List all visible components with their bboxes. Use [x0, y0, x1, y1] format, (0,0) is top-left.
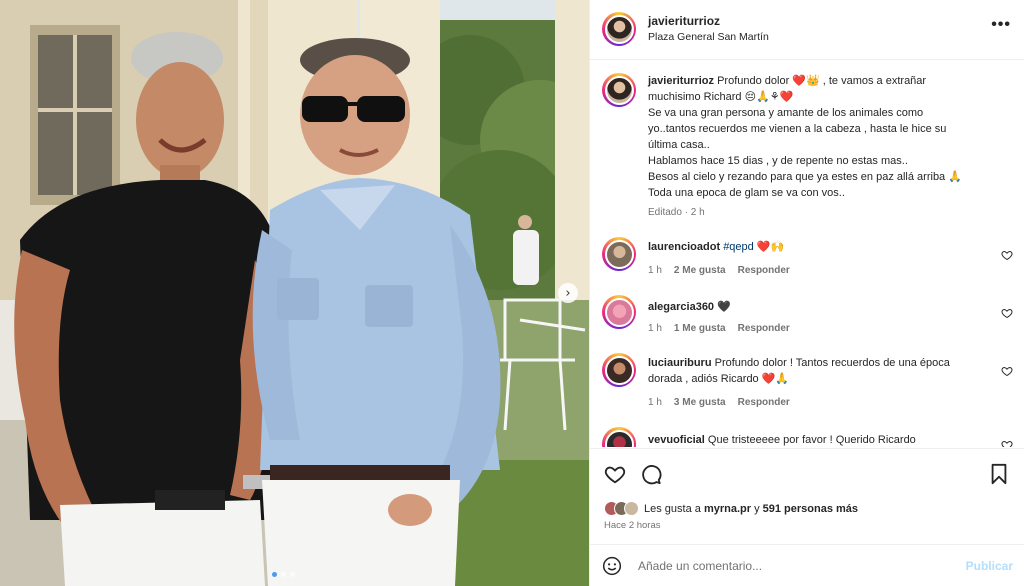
liker-username[interactable]: myrna.pr: [704, 503, 751, 515]
comment-like-heart-icon[interactable]: [1001, 365, 1013, 377]
comment-likes[interactable]: 1 Me gusta: [674, 323, 726, 334]
comment-text: vevuoficial Que tristeeeee por favor ! Q…: [648, 432, 988, 447]
likes-count[interactable]: 591 personas más: [763, 503, 858, 515]
hashtag-link[interactable]: #qepd: [723, 241, 754, 253]
post-details-panel: javieriturrioz Plaza General San Martín …: [589, 0, 1024, 586]
avatar[interactable]: [602, 73, 636, 107]
reply-button[interactable]: Responder: [738, 323, 790, 334]
caption-line: Profundo dolor ❤️👑 , te vamos a extrañar: [717, 75, 927, 87]
comment-time[interactable]: 1 h: [648, 323, 662, 334]
comment-input[interactable]: [638, 555, 958, 577]
comment-username[interactable]: alegarcia360: [648, 301, 714, 313]
comment-meta: 1 h 1 Me gusta Responder: [648, 323, 790, 334]
carousel-next-button[interactable]: ›: [558, 283, 578, 303]
comment-body: Que tristeeeee por favor ! Querido Ricar…: [707, 434, 916, 446]
caption-line: Toda una epoca de glam se va con vos..: [648, 187, 845, 199]
comment-bubble-icon[interactable]: [640, 463, 662, 485]
comment-likes[interactable]: 3 Me gusta: [674, 397, 726, 408]
post-header: javieriturrioz Plaza General San Martín …: [590, 0, 1024, 60]
photo-illustration: [0, 0, 589, 586]
publish-button[interactable]: Publicar: [966, 559, 1013, 573]
header-location[interactable]: Plaza General San Martín: [648, 31, 769, 43]
reply-button[interactable]: Responder: [738, 265, 790, 276]
comment-username[interactable]: laurencioadot: [648, 241, 720, 253]
avatar[interactable]: [602, 427, 636, 447]
carousel-dot: [272, 572, 277, 577]
liker-avatar: [624, 501, 639, 516]
comment-body: Profundo dolor ! Tantos recuerdos de una…: [714, 357, 950, 369]
carousel-dot: [281, 572, 286, 577]
comment-text: laurencioadot #qepd ❤️🙌: [648, 239, 988, 255]
comment-like-heart-icon[interactable]: [1001, 439, 1013, 447]
bookmark-icon[interactable]: [988, 463, 1010, 485]
comment-body: dorada , adiós Ricardo ❤️🙏: [648, 373, 790, 385]
comment-text: luciauriburu Profundo dolor ! Tantos rec…: [648, 355, 988, 387]
comment-likes[interactable]: 2 Me gusta: [674, 265, 726, 276]
comment-box: Publicar: [590, 544, 1024, 586]
comment-meta: 1 h 3 Me gusta Responder: [648, 397, 790, 408]
emoji-icon[interactable]: [602, 556, 622, 576]
avatar-image: [604, 429, 634, 447]
comment-username[interactable]: luciauriburu: [648, 357, 712, 369]
likes-prefix: Les gusta a: [644, 502, 704, 515]
caption-line: muchisimo Richard 😔🙏⚘❤️: [648, 91, 794, 103]
carousel-dots: [272, 572, 295, 577]
post-actions: Les gusta a myrna.pr y 591 personas más …: [590, 448, 1024, 544]
avatar-image: [604, 75, 634, 105]
likes-summary: Les gusta a myrna.pr y 591 personas más: [604, 501, 858, 516]
likes-conjunction: y: [751, 502, 763, 515]
comment-text: alegarcia360 🖤: [648, 299, 988, 315]
caption-line: Hablamos hace 15 dias , y de repente no …: [648, 155, 908, 167]
carousel-dot: [290, 572, 295, 577]
caption-text: javieriturrioz Profundo dolor ❤️👑 , te v…: [648, 73, 988, 201]
caption-line: Besos al cielo y rezando para que ya est…: [648, 171, 962, 183]
avatar-image: [604, 239, 634, 269]
caption-line: yo..tantos recuerdos me vienen a la cabe…: [648, 123, 947, 135]
avatar-image: [604, 355, 634, 385]
avatar-image: [604, 297, 634, 327]
avatar[interactable]: [602, 12, 636, 46]
header-username[interactable]: javieriturrioz: [648, 14, 769, 28]
avatar[interactable]: [602, 237, 636, 271]
reply-button[interactable]: Responder: [738, 397, 790, 408]
comment-body: 🖤: [717, 301, 731, 313]
post-timestamp[interactable]: Hace 2 horas: [604, 520, 661, 531]
comment-body: ❤️🙌: [753, 241, 785, 253]
comment-meta: 1 h 2 Me gusta Responder: [648, 265, 790, 276]
caption-username[interactable]: javieriturrioz: [648, 75, 714, 87]
comments-list[interactable]: javieriturrioz Profundo dolor ❤️👑 , te v…: [590, 61, 1024, 447]
avatar[interactable]: [602, 353, 636, 387]
avatar-image: [604, 14, 634, 44]
like-heart-icon[interactable]: [604, 463, 626, 485]
comment-like-heart-icon[interactable]: [1001, 307, 1013, 319]
post-photo[interactable]: ›: [0, 0, 589, 586]
caption-line: Se va una gran persona y amante de los a…: [648, 107, 924, 119]
comment-like-heart-icon[interactable]: [1001, 249, 1013, 261]
caption-edited: Editado · 2 h: [648, 207, 705, 218]
comment-time[interactable]: 1 h: [648, 397, 662, 408]
more-options-icon[interactable]: •••: [991, 16, 1011, 34]
comment-username[interactable]: vevuoficial: [648, 434, 705, 446]
caption-line: última casa..: [648, 139, 710, 151]
avatar[interactable]: [602, 295, 636, 329]
comment-time[interactable]: 1 h: [648, 265, 662, 276]
likes-text: Les gusta a myrna.pr y 591 personas más: [644, 503, 858, 515]
